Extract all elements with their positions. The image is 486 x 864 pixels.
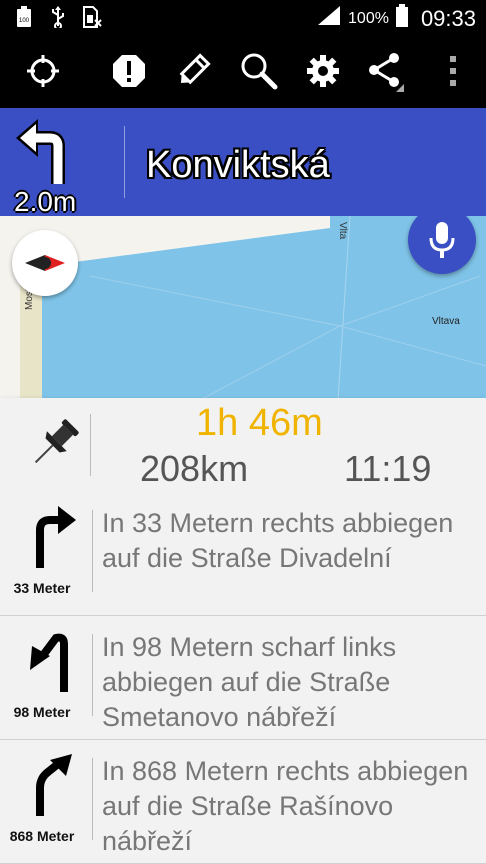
arrival-time: 11:19 (344, 448, 432, 489)
next-street-name: Konviktská (146, 144, 330, 186)
list-item[interactable]: 33 Meter In 33 Metern rechts abbiegen au… (0, 492, 486, 616)
battery-percent: 100% (348, 9, 389, 27)
map-label-street-top: Vlta (337, 222, 348, 240)
battery-icon (395, 4, 409, 33)
share-icon[interactable] (366, 50, 408, 92)
sim-card-icon (82, 6, 102, 28)
usb-icon (48, 6, 68, 28)
clock: 09:33 (420, 5, 476, 31)
toolbar (0, 34, 486, 108)
turn-right-arrow-icon (26, 502, 86, 568)
next-turn-distance: 2.0m (14, 186, 77, 217)
gear-icon[interactable] (302, 50, 344, 92)
crosshair-icon[interactable] (22, 50, 64, 92)
compass-icon (25, 255, 65, 271)
remaining-distance: 208km (140, 448, 249, 489)
step-distance: 33 Meter (13, 580, 71, 596)
compass-button[interactable] (12, 230, 78, 296)
step-instruction: In 868 Metern rechts abbiegen auf die St… (102, 756, 469, 856)
step-instruction: In 33 Metern rechts abbiegen auf die Str… (102, 508, 454, 573)
map-view[interactable]: Most Vlta Vltava (0, 216, 486, 400)
divider (92, 758, 93, 840)
map-label-river: Vltava (432, 316, 460, 327)
list-item[interactable]: 98 Meter In 98 Metern scharf links abbie… (0, 616, 486, 740)
divider (92, 510, 93, 592)
microphone-icon (429, 222, 455, 258)
step-instruction: In 98 Metern scharf links abbiegen auf d… (102, 632, 397, 732)
warning-icon[interactable] (108, 50, 150, 92)
search-icon[interactable] (238, 50, 280, 92)
divider (124, 126, 125, 198)
sharp-left-arrow-icon (26, 626, 86, 692)
status-bar: 100 100% 09:33 (0, 0, 486, 34)
directions-list[interactable]: 33 Meter In 33 Metern rechts abbiegen au… (0, 492, 486, 864)
next-turn-banner: 2.0m Konviktská (0, 108, 486, 217)
signal-icon (316, 5, 342, 32)
battery-full-notification-icon: 100 (14, 6, 34, 28)
list-item[interactable]: 868 Meter In 868 Metern rechts abbiegen … (0, 740, 486, 864)
overflow-menu-icon[interactable] (432, 50, 474, 92)
pushpin-icon[interactable] (26, 416, 82, 472)
remaining-duration: 1h 46m (196, 402, 323, 444)
divider (92, 634, 93, 716)
slight-right-arrow-icon (26, 750, 86, 816)
edit-icon[interactable] (172, 50, 214, 92)
route-summary[interactable]: 1h 46m 208km 11:19 (0, 398, 486, 492)
divider (90, 414, 91, 476)
battery-notification-label: 100 (19, 18, 30, 24)
step-distance: 868 Meter (9, 828, 75, 844)
step-distance: 98 Meter (13, 704, 71, 720)
